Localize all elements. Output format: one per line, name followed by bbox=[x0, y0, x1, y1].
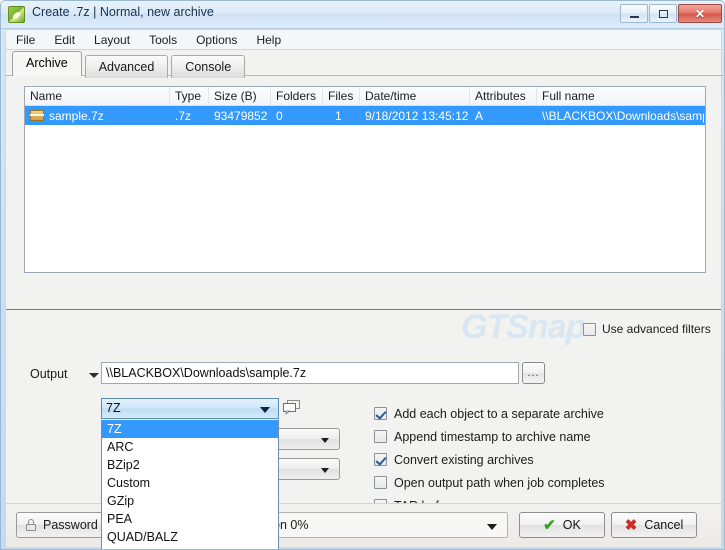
list-item[interactable]: BZip2 bbox=[102, 456, 278, 474]
maximize-icon bbox=[650, 5, 676, 22]
caption-buttons: ✕ bbox=[620, 4, 722, 23]
lock-icon bbox=[26, 519, 36, 531]
client-area: Archive Advanced Console Name Type Size … bbox=[5, 50, 723, 549]
menu-item-help[interactable]: Help bbox=[247, 31, 290, 49]
chevron-down-icon bbox=[321, 438, 329, 443]
file-list-header: Name Type Size (B) Folders Files Date/ti… bbox=[25, 87, 705, 106]
cell-name-text: sample.7z bbox=[49, 108, 104, 123]
archive-icon bbox=[30, 110, 44, 121]
menu-item-file[interactable]: File bbox=[7, 31, 44, 49]
list-item[interactable]: Self-extracting 7Z bbox=[102, 546, 278, 549]
file-list[interactable]: Name Type Size (B) Folders Files Date/ti… bbox=[24, 86, 706, 273]
menu-item-options[interactable]: Options bbox=[187, 31, 246, 49]
window-title: Create .7z | Normal, new archive bbox=[32, 5, 214, 19]
browse-button[interactable]: ... bbox=[522, 362, 545, 384]
tab-strip: Archive Advanced Console bbox=[12, 51, 248, 78]
option-label: Add each object to a separate archive bbox=[394, 406, 604, 421]
column-header-folders[interactable]: Folders bbox=[271, 87, 323, 105]
cancel-button[interactable]: ✖ Cancel bbox=[611, 512, 697, 538]
menu-item-layout[interactable]: Layout bbox=[85, 31, 139, 49]
archive-format-combo[interactable]: 7Z bbox=[101, 398, 279, 419]
cell-type: .7z bbox=[175, 108, 192, 123]
chevron-down-icon bbox=[487, 524, 497, 530]
cancel-label: Cancel bbox=[644, 518, 684, 532]
list-item[interactable]: 7Z bbox=[102, 420, 278, 438]
table-row[interactable]: sample.7z .7z 93479852 0 1 9/18/2012 13:… bbox=[25, 106, 705, 125]
chevron-down-icon bbox=[321, 468, 329, 473]
option-label: Convert existing archives bbox=[394, 452, 534, 467]
tab-console[interactable]: Console bbox=[171, 55, 246, 78]
list-item[interactable]: QUAD/BALZ bbox=[102, 528, 278, 546]
option-label: Open output path when job completes bbox=[394, 475, 605, 490]
option-append-timestamp[interactable]: Append timestamp to archive name bbox=[374, 425, 605, 448]
checkmark-icon: ✔ bbox=[543, 516, 556, 534]
checkbox-icon bbox=[374, 430, 387, 443]
cell-folders: 0 bbox=[276, 108, 283, 123]
comment-bubble-icon[interactable] bbox=[283, 400, 301, 415]
menu-bar: File Edit Layout Tools Options Help bbox=[5, 29, 722, 50]
column-header-size[interactable]: Size (B) bbox=[209, 87, 271, 105]
chevron-down-icon bbox=[260, 407, 270, 413]
checkbox-icon bbox=[374, 476, 387, 489]
cell-size: 93479852 bbox=[214, 108, 268, 123]
tab-advanced[interactable]: Advanced bbox=[84, 55, 169, 78]
column-header-datetime[interactable]: Date/time bbox=[360, 87, 470, 105]
close-icon: ✕ bbox=[694, 6, 706, 21]
option-add-each-object[interactable]: Add each object to a separate archive bbox=[374, 402, 605, 425]
column-header-attributes[interactable]: Attributes bbox=[470, 87, 537, 105]
close-button[interactable]: ✕ bbox=[678, 4, 722, 23]
cell-name: sample.7z bbox=[25, 109, 170, 123]
minimize-icon bbox=[621, 5, 647, 22]
output-label: Output bbox=[30, 367, 68, 381]
archive-options-group: Add each object to a separate archive Ap… bbox=[374, 402, 605, 517]
checkbox-icon bbox=[374, 407, 387, 420]
maximize-button[interactable] bbox=[649, 4, 677, 23]
option-open-output-path[interactable]: Open output path when job completes bbox=[374, 471, 605, 494]
column-header-name[interactable]: Name bbox=[25, 87, 170, 105]
column-header-fullname[interactable]: Full name bbox=[537, 87, 704, 105]
column-header-type[interactable]: Type bbox=[170, 87, 209, 105]
cell-datetime: 9/18/2012 13:45:12 bbox=[365, 108, 469, 123]
watermark-text: GTSnap bbox=[461, 308, 586, 346]
password-label: Password bbox=[43, 518, 98, 532]
menu-item-tools[interactable]: Tools bbox=[140, 31, 186, 49]
list-item[interactable]: GZip bbox=[102, 492, 278, 510]
title-bar: Create .7z | Normal, new archive ✕ bbox=[1, 1, 724, 29]
output-dropdown-arrow-icon[interactable] bbox=[89, 373, 99, 378]
ok-button[interactable]: ✔ OK bbox=[519, 512, 605, 538]
checkbox-icon bbox=[583, 322, 596, 336]
option-convert-existing[interactable]: Convert existing archives bbox=[374, 448, 605, 471]
cell-files: 1 bbox=[335, 108, 342, 123]
use-advanced-filters-checkbox[interactable]: Use advanced filters bbox=[583, 322, 711, 336]
column-header-files[interactable]: Files bbox=[323, 87, 360, 105]
use-advanced-filters-label: Use advanced filters bbox=[602, 322, 711, 336]
peazip-icon bbox=[8, 6, 25, 23]
tab-archive[interactable]: Archive bbox=[12, 51, 82, 76]
cell-fullname: \\BLACKBOX\Downloads\sample.7z bbox=[542, 108, 704, 123]
cell-attributes: A bbox=[475, 108, 484, 123]
minimize-button[interactable] bbox=[620, 4, 648, 23]
ok-label: OK bbox=[562, 518, 581, 532]
section-divider bbox=[6, 309, 721, 310]
cross-icon: ✖ bbox=[624, 516, 638, 534]
archive-format-dropdown-list[interactable]: 7Z ARC BZip2 Custom GZip PEA QUAD/BALZ S… bbox=[101, 420, 279, 549]
archive-format-value: 7Z bbox=[106, 401, 121, 415]
option-label: Append timestamp to archive name bbox=[394, 429, 591, 444]
menu-item-edit[interactable]: Edit bbox=[45, 31, 84, 49]
list-item[interactable]: PEA bbox=[102, 510, 278, 528]
password-button[interactable]: Password bbox=[16, 512, 114, 538]
checkbox-icon bbox=[374, 453, 387, 466]
output-path-input[interactable]: \\BLACKBOX\Downloads\sample.7z bbox=[101, 362, 519, 384]
list-item[interactable]: ARC bbox=[102, 438, 278, 456]
create-archive-window: Create .7z | Normal, new archive ✕ File … bbox=[0, 0, 725, 550]
list-item[interactable]: Custom bbox=[102, 474, 278, 492]
